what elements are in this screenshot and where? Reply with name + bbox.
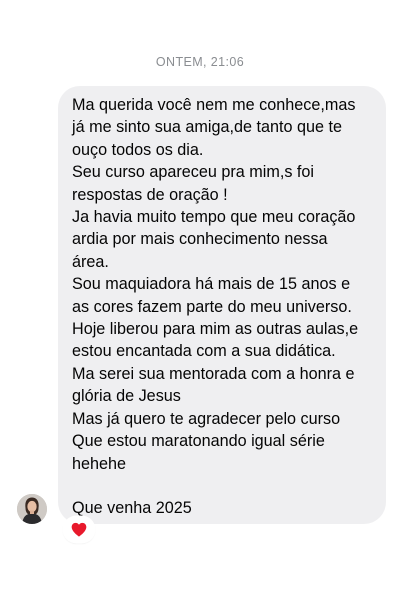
message-line: ouço todos os dia. — [72, 140, 204, 159]
message-line: Mas já quero te agradecer pelo curso — [72, 409, 341, 428]
message-line: área. — [72, 252, 109, 271]
message-line: Seu curso apareceu pra mim,s foi — [72, 163, 315, 182]
message-line: respostas de oração ! — [72, 185, 228, 204]
message-line: as cores fazem parte do meu universo. — [72, 297, 352, 316]
message-line: Ja havia muito tempo que meu coração — [72, 208, 356, 227]
message-timestamp: ONTEM, 21:06 — [155, 55, 245, 69]
message-line: glória de Jesus — [72, 387, 181, 406]
message-line: Ma serei sua mentorada com a honra e — [72, 364, 355, 383]
message-line: Que venha 2025 — [72, 499, 192, 518]
message-line: Sou maquiadora há mais de 15 anos e — [72, 275, 351, 294]
message-line: Hoje liberou para mim as outras aulas,e — [72, 320, 359, 339]
message-line: Que estou maratonando igual série — [72, 432, 325, 451]
message-line: Ma querida você nem me conhece,mas — [72, 96, 356, 114]
sender-avatar[interactable] — [17, 494, 47, 524]
reaction-badge[interactable] — [64, 517, 94, 542]
message-line: hehehe — [72, 454, 127, 473]
message-line: estou encantada com a sua didática. — [72, 342, 336, 361]
message-line: ardia por mais conhecimento nessa — [72, 230, 328, 249]
red-heart-icon — [71, 522, 87, 537]
user-avatar-icon — [17, 494, 47, 524]
message-line: já me sinto sua amiga,de tanto que te — [72, 118, 342, 137]
message-bubble[interactable]: Ma querida você nem me conhece,mas já me… — [58, 86, 386, 524]
